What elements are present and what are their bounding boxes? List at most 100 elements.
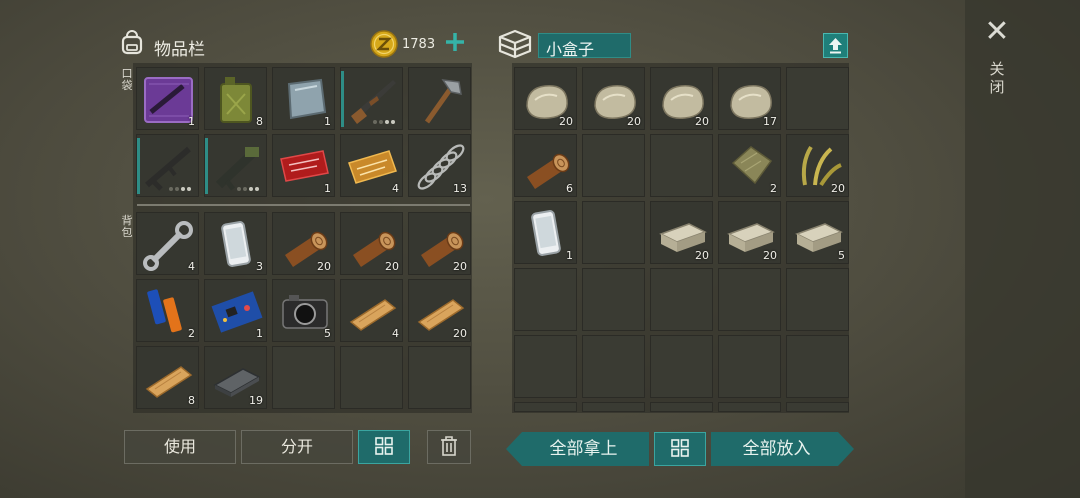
item-slot[interactable]: 1 — [514, 201, 577, 264]
empty-slot[interactable] — [582, 134, 645, 197]
shotgun-icon — [351, 80, 396, 124]
empty-slot[interactable] — [514, 402, 577, 412]
container-name-field[interactable]: 小盒子 — [538, 33, 631, 59]
empty-slot[interactable] — [786, 402, 849, 412]
sort-inventory-button[interactable] — [358, 430, 410, 464]
item-slot[interactable]: 3 — [204, 212, 267, 275]
item-count: 20 — [627, 115, 641, 128]
item-count: 4 — [392, 182, 399, 195]
item-count: 5 — [838, 249, 845, 262]
split-button[interactable]: 分开 — [241, 430, 353, 464]
item-slot[interactable]: 2 — [718, 134, 781, 197]
currency-amount: 1783 — [402, 37, 436, 52]
item-slot[interactable]: 6 — [514, 134, 577, 197]
item-slot[interactable]: 20 — [650, 67, 713, 130]
item-slot[interactable]: 20 — [786, 134, 849, 197]
empty-slot[interactable] — [650, 134, 713, 197]
empty-slot[interactable] — [786, 335, 849, 398]
item-slot[interactable]: 17 — [718, 67, 781, 130]
empty-slot[interactable] — [650, 268, 713, 331]
empty-slot[interactable] — [582, 402, 645, 412]
item-count: 19 — [249, 394, 263, 407]
item-count: 3 — [256, 260, 263, 273]
item-slot[interactable]: 13 — [408, 134, 471, 197]
empty-slot[interactable] — [514, 268, 577, 331]
put-all-label: 全部放入 — [742, 439, 811, 459]
item-count: 20 — [695, 115, 709, 128]
item-count: 1 — [188, 115, 195, 128]
assault-rifle-icon — [145, 146, 191, 191]
empty-slot[interactable] — [650, 402, 713, 412]
item-slot[interactable] — [204, 134, 267, 197]
attachment-dots — [237, 187, 261, 191]
item-slot[interactable]: 20 — [650, 201, 713, 264]
empty-slot[interactable] — [786, 268, 849, 331]
empty-slot[interactable] — [718, 402, 781, 412]
empty-slot[interactable] — [582, 201, 645, 264]
item-count: 20 — [385, 260, 399, 273]
hatchet-icon — [424, 79, 462, 124]
container-title: 小盒子 — [546, 40, 595, 59]
coin-icon — [370, 30, 398, 58]
item-slot[interactable]: 1 — [204, 279, 267, 342]
sort-container-button[interactable] — [654, 432, 706, 466]
item-slot[interactable]: 1 — [136, 67, 199, 130]
side-panel — [965, 0, 1080, 498]
attachment-dots — [373, 120, 397, 124]
item-slot[interactable]: 19 — [204, 346, 267, 409]
section-divider — [137, 204, 470, 206]
empty-slot[interactable] — [272, 346, 335, 409]
box-icon — [497, 27, 533, 61]
durability-bar — [341, 71, 344, 127]
item-count: 1 — [324, 115, 331, 128]
empty-slot[interactable] — [718, 335, 781, 398]
close-icon[interactable]: ✕ — [983, 17, 1011, 47]
empty-slot[interactable] — [582, 335, 645, 398]
item-slot[interactable]: 20 — [514, 67, 577, 130]
item-slot[interactable]: 20 — [340, 212, 403, 275]
trash-button[interactable] — [427, 430, 471, 464]
use-button[interactable]: 使用 — [124, 430, 236, 464]
item-count: 20 — [559, 115, 573, 128]
item-slot[interactable]: 4 — [340, 279, 403, 342]
item-count: 5 — [324, 327, 331, 340]
empty-slot[interactable] — [786, 67, 849, 130]
item-slot[interactable]: 5 — [272, 279, 335, 342]
empty-slot[interactable] — [408, 346, 471, 409]
item-slot[interactable]: 4 — [340, 134, 403, 197]
put-all-button[interactable]: 全部放入 — [711, 432, 854, 466]
item-slot[interactable]: 1 — [272, 134, 335, 197]
durability-bar — [137, 138, 140, 194]
item-count: 20 — [453, 260, 467, 273]
item-slot[interactable]: 20 — [582, 67, 645, 130]
item-slot[interactable]: 5 — [786, 201, 849, 264]
item-slot[interactable]: 2 — [136, 279, 199, 342]
empty-slot[interactable] — [650, 335, 713, 398]
empty-slot[interactable] — [514, 335, 577, 398]
item-slot[interactable]: 1 — [272, 67, 335, 130]
item-count: 8 — [188, 394, 195, 407]
item-slot[interactable]: 8 — [136, 346, 199, 409]
trash-icon — [439, 435, 459, 457]
backpack-icon — [118, 28, 146, 56]
empty-slot[interactable] — [582, 268, 645, 331]
item-slot[interactable]: 4 — [136, 212, 199, 275]
item-slot[interactable]: 20 — [408, 279, 471, 342]
item-count: 20 — [763, 249, 777, 262]
close-label[interactable]: 关闭 — [989, 60, 1005, 96]
item-count: 20 — [831, 182, 845, 195]
add-currency-icon[interactable] — [444, 31, 466, 53]
inventory-title: 物品栏 — [154, 40, 205, 60]
empty-slot[interactable] — [718, 268, 781, 331]
grid-icon — [671, 436, 689, 457]
item-slot[interactable]: 8 — [204, 67, 267, 130]
upload-icon[interactable] — [823, 33, 848, 58]
item-slot[interactable]: 20 — [408, 212, 471, 275]
item-slot[interactable] — [136, 134, 199, 197]
item-slot[interactable] — [408, 67, 471, 130]
empty-slot[interactable] — [340, 346, 403, 409]
item-slot[interactable]: 20 — [272, 212, 335, 275]
item-slot[interactable] — [340, 67, 403, 130]
take-all-button[interactable]: 全部拿上 — [506, 432, 649, 466]
item-slot[interactable]: 20 — [718, 201, 781, 264]
